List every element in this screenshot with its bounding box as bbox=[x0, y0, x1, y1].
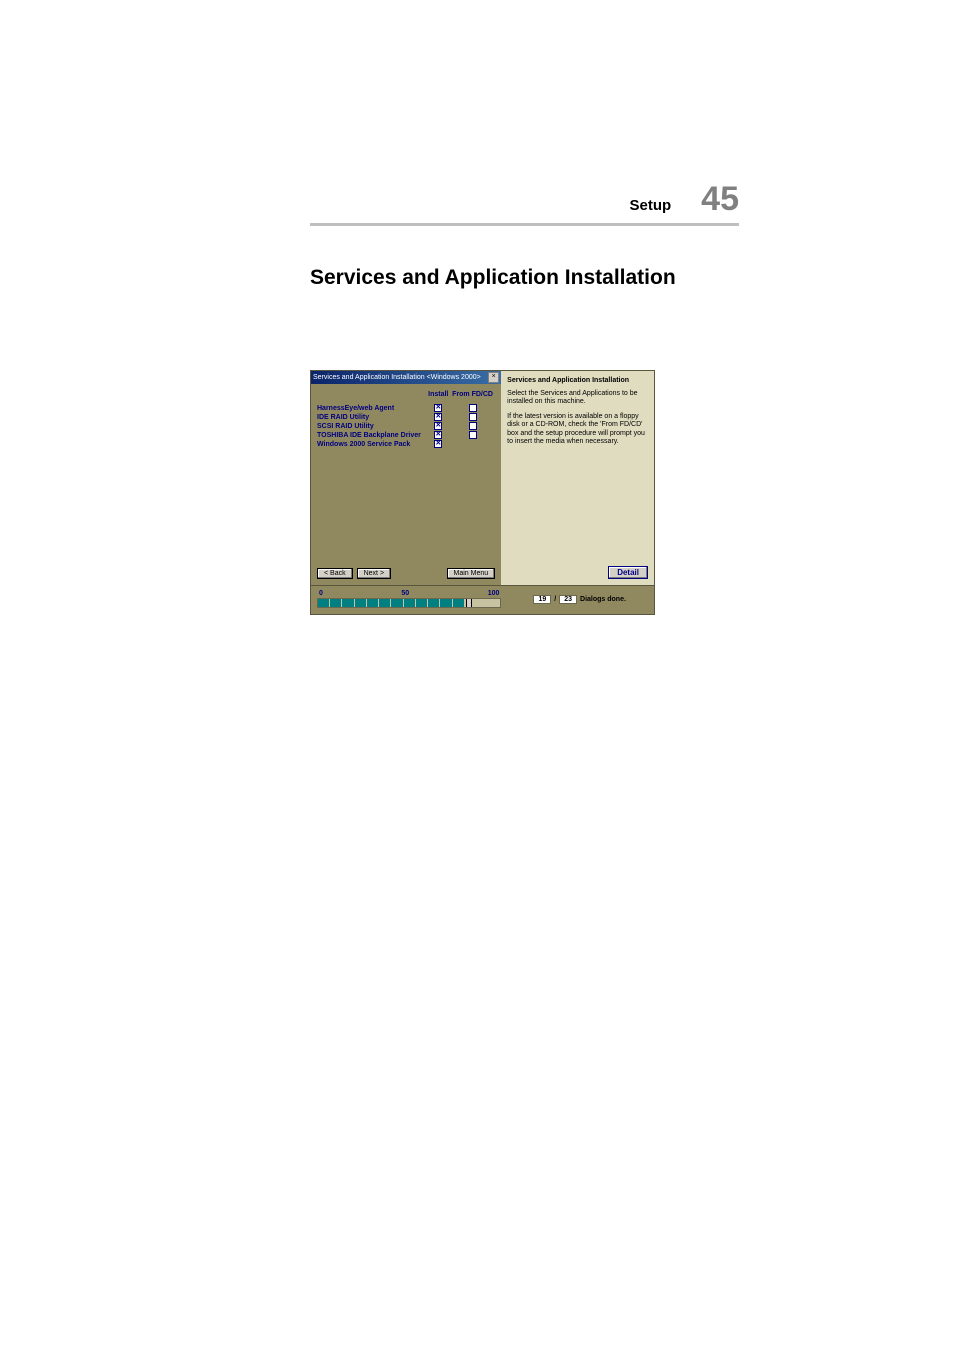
progress-segment bbox=[355, 599, 366, 607]
table-row: HarnessEye/web Agent✕ bbox=[317, 404, 495, 413]
dialog-buttons: < Back Next > Main Menu bbox=[311, 564, 501, 585]
progress-segment bbox=[477, 599, 488, 607]
main-menu-button[interactable]: Main Menu bbox=[447, 568, 496, 579]
progress-segment bbox=[391, 599, 402, 607]
row-name: HarnessEye/web Agent bbox=[317, 404, 427, 413]
progress-segment bbox=[367, 599, 378, 607]
installer-footer: 0 50 100 19 / 23 Dialogs done. bbox=[311, 585, 654, 614]
dialog-window: Services and Application Installation <W… bbox=[311, 371, 501, 585]
progress-segment bbox=[489, 599, 500, 607]
table-row: IDE RAID Utility✕ bbox=[317, 413, 495, 422]
row-name: SCSI RAID Utility bbox=[317, 422, 427, 431]
info-text-1: Select the Services and Applications to … bbox=[507, 390, 648, 407]
info-text-2: If the latest version is available on a … bbox=[507, 413, 648, 447]
next-button[interactable]: Next > bbox=[357, 568, 391, 579]
dialog-body: Install From FD/CD HarnessEye/web Agent✕… bbox=[311, 384, 501, 564]
close-icon[interactable]: × bbox=[488, 372, 499, 383]
info-title: Services and Application Installation bbox=[507, 377, 648, 384]
progress-segment bbox=[318, 599, 329, 607]
progress-segment bbox=[428, 599, 439, 607]
row-name: IDE RAID Utility bbox=[317, 413, 427, 422]
table-row: TOSHIBA IDE Backplane Driver✕ bbox=[317, 431, 495, 440]
installer-screenshot: Services and Application Installation <W… bbox=[310, 370, 655, 615]
install-checkbox[interactable]: ✕ bbox=[427, 413, 450, 422]
info-panel: Services and Application Installation Se… bbox=[501, 371, 654, 585]
progress-segments bbox=[318, 599, 500, 607]
page-title: Services and Application Installation bbox=[310, 266, 739, 290]
progress-marker[interactable] bbox=[466, 598, 472, 608]
progress-segment bbox=[342, 599, 353, 607]
col-install: Install bbox=[427, 390, 450, 404]
install-checkbox[interactable]: ✕ bbox=[427, 440, 450, 449]
progress-segment bbox=[453, 599, 464, 607]
progress-segment bbox=[330, 599, 341, 607]
install-checkbox[interactable]: ✕ bbox=[427, 422, 450, 431]
scale-min: 0 bbox=[319, 590, 323, 597]
status-area: 19 / 23 Dialogs done. bbox=[511, 595, 648, 604]
status-sep: / bbox=[554, 596, 556, 603]
from-checkbox bbox=[450, 440, 495, 449]
section-label: Setup bbox=[630, 197, 672, 214]
from-checkbox[interactable] bbox=[450, 404, 495, 413]
install-checkbox[interactable]: ✕ bbox=[427, 404, 450, 413]
progress-segment bbox=[440, 599, 451, 607]
page-header: Setup 45 bbox=[310, 180, 739, 226]
table-row: Windows 2000 Service Pack✕ bbox=[317, 440, 495, 449]
table-row: SCSI RAID Utility✕ bbox=[317, 422, 495, 431]
col-name bbox=[317, 390, 427, 404]
from-checkbox[interactable] bbox=[450, 422, 495, 431]
from-checkbox[interactable] bbox=[450, 431, 495, 440]
progress-bar bbox=[317, 598, 501, 608]
row-name: TOSHIBA IDE Backplane Driver bbox=[317, 431, 427, 440]
scale-max: 100 bbox=[488, 590, 500, 597]
progress-area: 0 50 100 bbox=[317, 590, 501, 608]
back-button[interactable]: < Back bbox=[317, 568, 353, 579]
install-table: Install From FD/CD HarnessEye/web Agent✕… bbox=[317, 390, 495, 449]
install-checkbox[interactable]: ✕ bbox=[427, 431, 450, 440]
progress-segment bbox=[379, 599, 390, 607]
scale-mid: 50 bbox=[401, 590, 409, 597]
status-total: 23 bbox=[559, 595, 577, 604]
status-label: Dialogs done. bbox=[580, 596, 626, 603]
dialog-titlebar: Services and Application Installation <W… bbox=[311, 371, 501, 384]
page-number: 45 bbox=[701, 180, 739, 219]
install-table-body: HarnessEye/web Agent✕IDE RAID Utility✕SC… bbox=[317, 404, 495, 449]
dialog-title-text: Services and Application Installation <W… bbox=[313, 374, 481, 381]
status-current: 19 bbox=[533, 595, 551, 604]
progress-segment bbox=[404, 599, 415, 607]
col-from: From FD/CD bbox=[450, 390, 495, 404]
detail-button[interactable]: Detail bbox=[608, 566, 648, 579]
progress-segment bbox=[416, 599, 427, 607]
from-checkbox[interactable] bbox=[450, 413, 495, 422]
row-name: Windows 2000 Service Pack bbox=[317, 440, 427, 449]
